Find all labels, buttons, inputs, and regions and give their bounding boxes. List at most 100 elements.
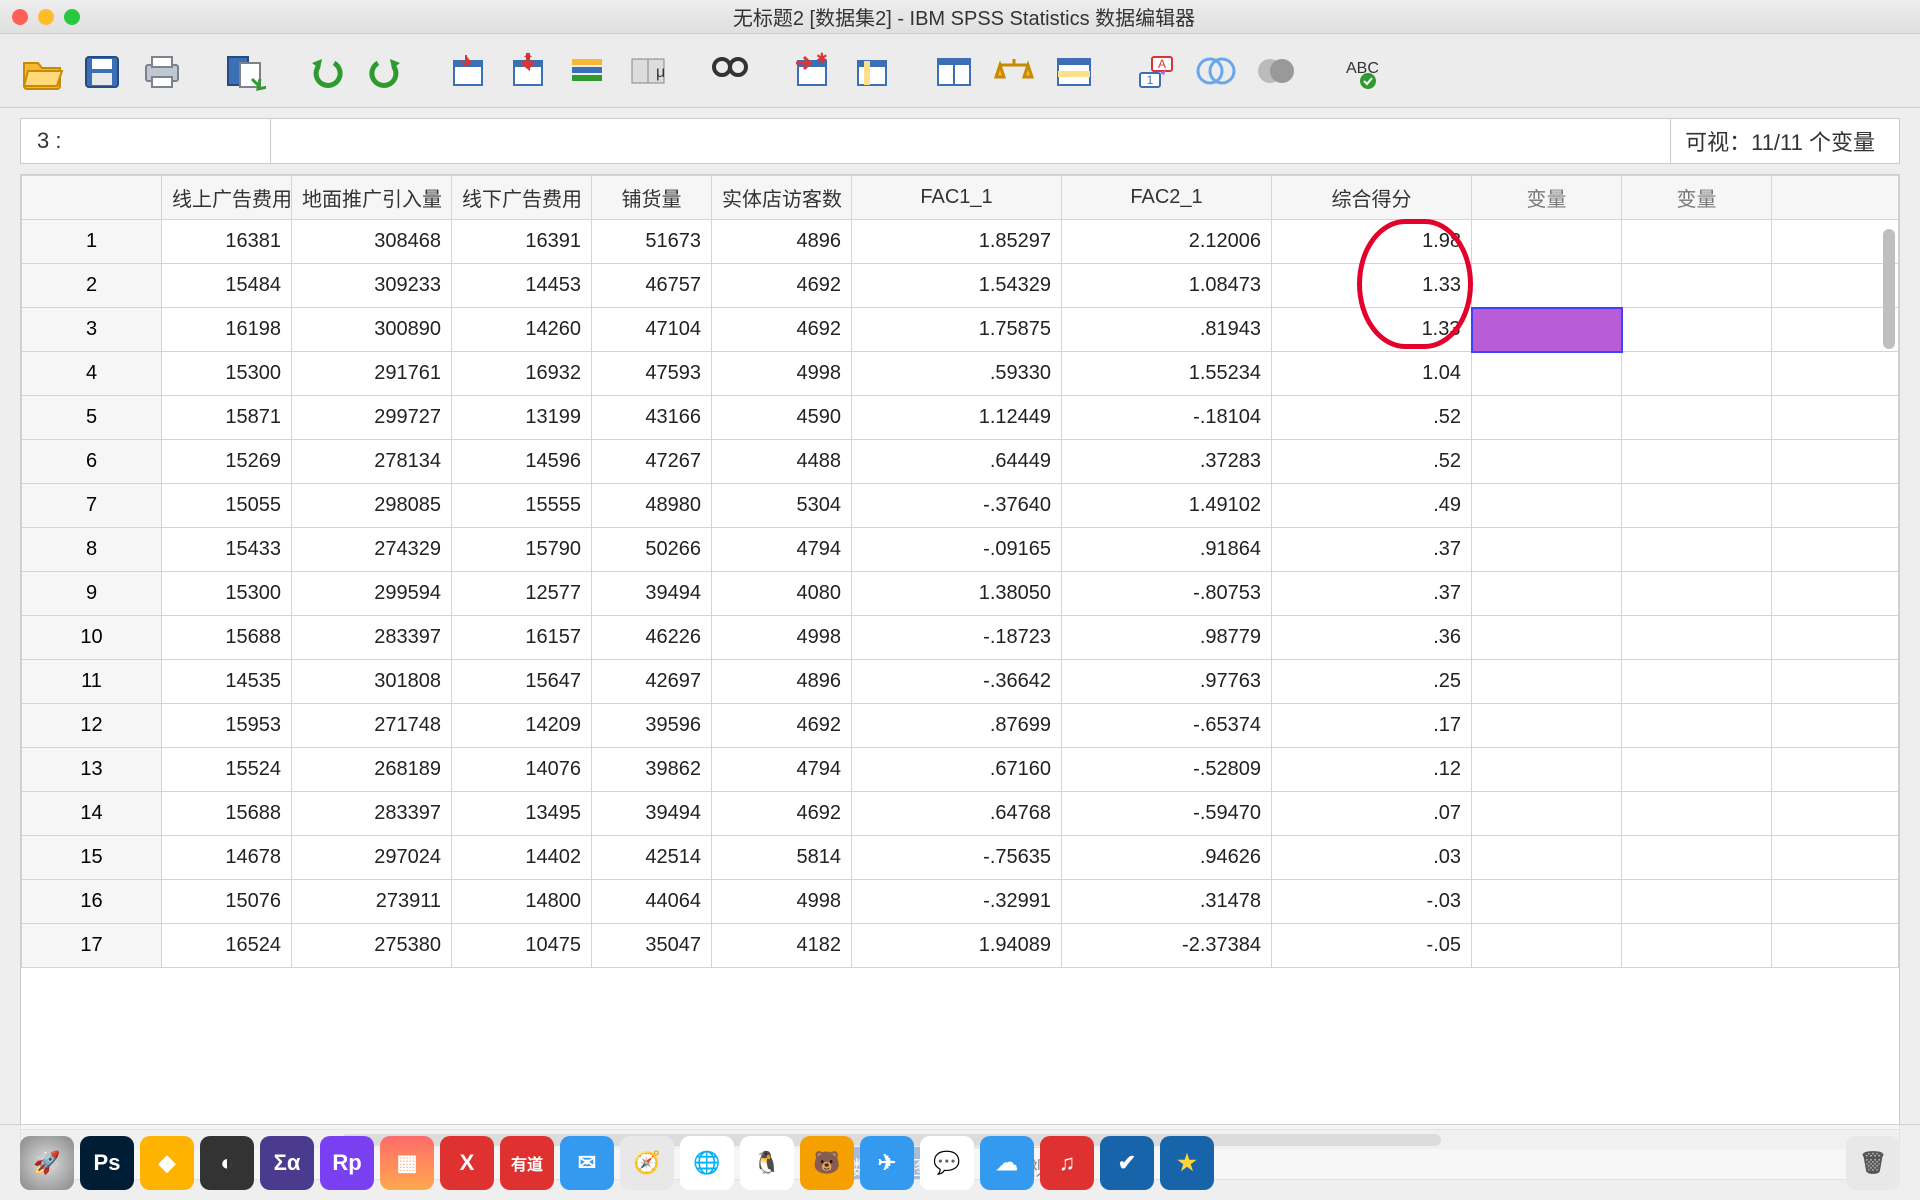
data-cell[interactable]: 268189	[292, 748, 452, 792]
data-cell[interactable]	[1472, 748, 1622, 792]
data-cell[interactable]: 15300	[162, 572, 292, 616]
dock-dashboard-icon[interactable]: ◐	[200, 1136, 254, 1190]
col-header[interactable]: 线上广告费用	[162, 176, 292, 220]
data-cell[interactable]	[1622, 836, 1772, 880]
data-cell[interactable]: -.65374	[1062, 704, 1272, 748]
data-cell[interactable]: 15647	[452, 660, 592, 704]
data-cell[interactable]	[1622, 396, 1772, 440]
data-cell[interactable]: 14678	[162, 836, 292, 880]
col-header[interactable]: 地面推广引入量	[292, 176, 452, 220]
data-cell[interactable]: 16391	[452, 220, 592, 264]
data-cell[interactable]: 14800	[452, 880, 592, 924]
data-cell[interactable]: 1.12449	[852, 396, 1062, 440]
select-cases-button[interactable]	[1048, 45, 1100, 97]
data-cell[interactable]	[1472, 704, 1622, 748]
data-cell[interactable]: .07	[1272, 792, 1472, 836]
goto-case-button[interactable]	[442, 45, 494, 97]
col-header[interactable]: 线下广告费用	[452, 176, 592, 220]
data-cell[interactable]: 4794	[712, 748, 852, 792]
data-cell[interactable]: -.59470	[1062, 792, 1272, 836]
dock-cloud-icon[interactable]: ☁	[980, 1136, 1034, 1190]
data-cell[interactable]: 14596	[452, 440, 592, 484]
data-cell[interactable]: 1.33	[1272, 264, 1472, 308]
data-cell[interactable]: .59330	[852, 352, 1062, 396]
row-header[interactable]: 7	[22, 484, 162, 528]
data-cell[interactable]: 16381	[162, 220, 292, 264]
data-cell[interactable]: -2.37384	[1062, 924, 1272, 968]
data-cell[interactable]	[1472, 308, 1622, 352]
data-cell[interactable]: 4998	[712, 616, 852, 660]
col-header[interactable]: 综合得分	[1272, 176, 1472, 220]
data-cell[interactable]: 4692	[712, 792, 852, 836]
row-header[interactable]: 10	[22, 616, 162, 660]
data-cell[interactable]	[1472, 660, 1622, 704]
dock-qq-icon[interactable]: 🐧	[740, 1136, 794, 1190]
save-button[interactable]	[76, 45, 128, 97]
data-cell[interactable]	[1472, 572, 1622, 616]
data-cell[interactable]: .94626	[1062, 836, 1272, 880]
row-header[interactable]: 15	[22, 836, 162, 880]
data-cell[interactable]: 4182	[712, 924, 852, 968]
data-cell[interactable]: .64768	[852, 792, 1062, 836]
vertical-scrollbar[interactable]	[1881, 225, 1897, 1149]
data-cell[interactable]: 16198	[162, 308, 292, 352]
data-cell[interactable]: .97763	[1062, 660, 1272, 704]
data-cell[interactable]: 309233	[292, 264, 452, 308]
data-cell[interactable]: 15953	[162, 704, 292, 748]
data-cell[interactable]: 297024	[292, 836, 452, 880]
split-file-button[interactable]	[928, 45, 980, 97]
row-header[interactable]: 16	[22, 880, 162, 924]
data-cell[interactable]: 47267	[592, 440, 712, 484]
data-cell[interactable]: 14453	[452, 264, 592, 308]
row-header[interactable]: 17	[22, 924, 162, 968]
goto-variable-button[interactable]	[502, 45, 554, 97]
cell-value-input[interactable]	[271, 119, 1670, 163]
row-header[interactable]: 11	[22, 660, 162, 704]
data-cell[interactable]: 2.12006	[1062, 220, 1272, 264]
col-header[interactable]: FAC1_1	[852, 176, 1062, 220]
data-cell[interactable]: 16157	[452, 616, 592, 660]
data-cell[interactable]: 10475	[452, 924, 592, 968]
data-cell[interactable]: -.37640	[852, 484, 1062, 528]
data-cell[interactable]: 47104	[592, 308, 712, 352]
data-cell[interactable]: 15300	[162, 352, 292, 396]
data-cell[interactable]: 50266	[592, 528, 712, 572]
data-cell[interactable]	[1472, 352, 1622, 396]
col-header[interactable]: 铺货量	[592, 176, 712, 220]
data-cell[interactable]: 43166	[592, 396, 712, 440]
dock-trash-icon[interactable]: 🗑	[1846, 1136, 1900, 1190]
data-cell[interactable]: 4896	[712, 220, 852, 264]
data-cell[interactable]: 15433	[162, 528, 292, 572]
data-cell[interactable]: 39596	[592, 704, 712, 748]
data-cell[interactable]: 5304	[712, 484, 852, 528]
row-header[interactable]: 13	[22, 748, 162, 792]
data-cell[interactable]: 13199	[452, 396, 592, 440]
data-cell[interactable]: 4080	[712, 572, 852, 616]
dock-chrome-icon[interactable]: 🌐	[680, 1136, 734, 1190]
data-cell[interactable]	[1472, 880, 1622, 924]
data-cell[interactable]	[1472, 264, 1622, 308]
dock-netease-icon[interactable]: ♫	[1040, 1136, 1094, 1190]
data-cell[interactable]: 14209	[452, 704, 592, 748]
data-cell[interactable]: 1.38050	[852, 572, 1062, 616]
data-cell[interactable]: 4998	[712, 352, 852, 396]
dock-stats-icon[interactable]: Σα	[260, 1136, 314, 1190]
data-cell[interactable]	[1472, 440, 1622, 484]
data-cell[interactable]: 15790	[452, 528, 592, 572]
data-cell[interactable]: 299727	[292, 396, 452, 440]
data-cell[interactable]: 48980	[592, 484, 712, 528]
data-cell[interactable]: 1.75875	[852, 308, 1062, 352]
data-cell[interactable]: 15555	[452, 484, 592, 528]
data-cell[interactable]	[1622, 748, 1772, 792]
maximize-icon[interactable]	[64, 9, 80, 25]
data-cell[interactable]: -.32991	[852, 880, 1062, 924]
data-cell[interactable]: .87699	[852, 704, 1062, 748]
data-cell[interactable]: 278134	[292, 440, 452, 484]
data-cell[interactable]: -.52809	[1062, 748, 1272, 792]
data-cell[interactable]: 15688	[162, 792, 292, 836]
data-cell[interactable]	[1622, 440, 1772, 484]
dock-security-icon[interactable]: ✔	[1100, 1136, 1154, 1190]
data-cell[interactable]: 5814	[712, 836, 852, 880]
data-cell[interactable]	[1472, 396, 1622, 440]
data-cell[interactable]: .52	[1272, 396, 1472, 440]
